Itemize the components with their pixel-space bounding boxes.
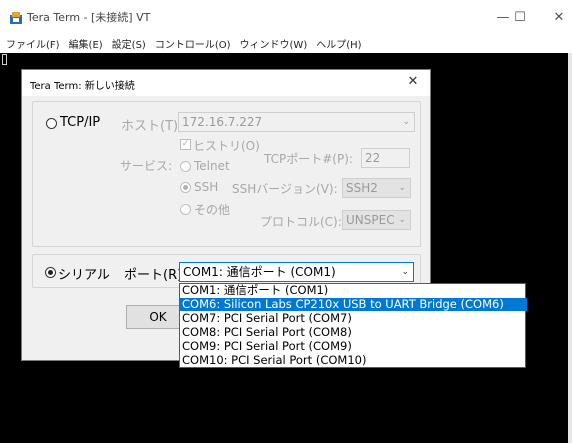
port-option-com8[interactable]: COM8: PCI Serial Port (COM8) [180,326,527,339]
ssh-version-value: SSH2 [346,181,378,195]
telnet-label: Telnet [194,159,230,173]
ssh-version-combo[interactable]: SSH2 ⌄ [342,178,411,198]
dialog-close-icon[interactable]: ✕ [404,74,422,89]
port-option-com9[interactable]: COM9: PCI Serial Port (COM9) [180,340,527,353]
serial-radio[interactable] [45,267,56,278]
port-option-com1[interactable]: COM1: 通信ポート (COM1) [180,284,527,297]
service-label: サービス: [120,159,173,173]
port-value: COM1: 通信ポート (COM1) [183,265,336,279]
host-value: 172.16.7.227 [182,115,263,129]
tcpip-radio[interactable] [46,118,57,129]
history-label: ヒストリ(O) [193,139,260,153]
menu-bar: ファイル(F) 編集(E) 設定(S) コントロール(O) ウィンドウ(W) ヘ… [0,33,572,53]
host-label: ホスト(T): [121,119,183,134]
tcp-port-field[interactable]: 22 [361,148,410,168]
history-checkbox[interactable]: ✓ [180,139,191,150]
serial-label: シリアル [58,268,110,283]
port-option-com7[interactable]: COM7: PCI Serial Port (COM7) [180,312,527,325]
terminal-cursor [2,54,7,65]
tcp-port-value: 22 [365,151,381,165]
maximize-button[interactable]: ☐ [507,6,533,28]
chevron-down-icon: ⌄ [398,215,406,225]
port-combo[interactable]: COM1: 通信ポート (COM1) ⌄ [179,262,414,282]
dialog-title: Tera Term: 新しい接続 [30,81,135,92]
chevron-down-icon: ⌄ [402,117,410,127]
menu-file[interactable]: ファイル(F) [6,36,60,51]
port-dropdown-list: COM1: 通信ポート (COM1) COM6: Silicon Labs CP… [179,283,527,368]
menu-edit[interactable]: 編集(E) [69,36,103,51]
tcp-port-label: TCPポート#(P): [264,152,353,166]
port-option-com10[interactable]: COM10: PCI Serial Port (COM10) [180,354,527,367]
ssh-version-label: SSHバージョン(V): [232,182,338,196]
protocol-value: UNSPEC [346,213,395,227]
tera-term-app-icon [10,10,22,24]
other-radio[interactable] [180,204,191,215]
close-button[interactable]: ✕ [546,6,572,28]
menu-help[interactable]: ヘルプ(H) [316,36,361,51]
port-label: ポート(R): [124,268,187,283]
telnet-radio[interactable] [180,161,191,172]
menu-window[interactable]: ウィンドウ(W) [240,36,308,51]
ssh-radio[interactable] [180,182,191,193]
window-title: Tera Term - [未接続] VT [27,11,151,24]
protocol-label: プロトコル(C): [260,215,342,229]
other-label: その他 [194,203,231,217]
window-right-edge [568,53,572,443]
menu-setup[interactable]: 設定(S) [112,36,146,51]
ssh-label: SSH [194,180,219,194]
protocol-combo[interactable]: UNSPEC ⌄ [342,210,411,230]
tcpip-label: TCP/IP [60,115,101,130]
chevron-down-icon: ⌄ [401,267,409,277]
menu-control[interactable]: コントロール(O) [155,36,231,51]
host-combo[interactable]: 172.16.7.227 ⌄ [178,112,415,132]
port-option-com6[interactable]: COM6: Silicon Labs CP210x USB to UART Br… [180,298,527,311]
chevron-down-icon: ⌄ [398,183,406,193]
